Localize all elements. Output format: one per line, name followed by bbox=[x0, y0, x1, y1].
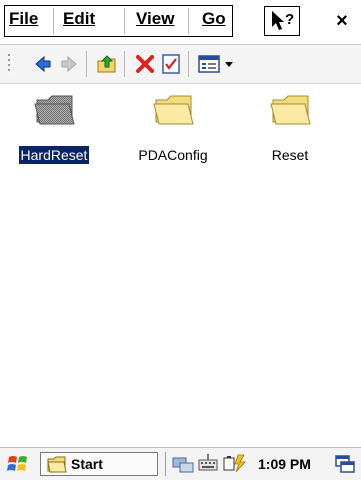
file-item-hardreset[interactable]: HardReset bbox=[14, 88, 94, 168]
battery-icon bbox=[223, 454, 246, 473]
menu-file[interactable]: File bbox=[9, 8, 38, 30]
menu-separator bbox=[53, 8, 54, 34]
forward-arrow-icon bbox=[61, 55, 77, 73]
windows-logo-button[interactable] bbox=[6, 452, 32, 476]
file-label: HardReset bbox=[18, 146, 90, 164]
taskbar-separator bbox=[165, 452, 166, 476]
up-folder-icon bbox=[97, 55, 116, 73]
menu-separator bbox=[124, 8, 125, 34]
folder-icon bbox=[47, 456, 67, 473]
toolbar bbox=[0, 45, 361, 84]
menu-go[interactable]: Go bbox=[202, 8, 226, 30]
file-label: Reset bbox=[271, 147, 309, 163]
view-mode-icon bbox=[198, 55, 233, 73]
forward-button[interactable] bbox=[58, 53, 80, 75]
toolbar-separator bbox=[86, 51, 87, 77]
file-item-reset[interactable]: Reset bbox=[250, 88, 330, 168]
file-label: PDAConfig bbox=[138, 147, 208, 163]
svg-text:?: ? bbox=[285, 11, 294, 28]
battery-button[interactable] bbox=[222, 453, 250, 473]
back-arrow-icon bbox=[35, 55, 51, 73]
back-button[interactable] bbox=[32, 53, 54, 75]
network-button[interactable] bbox=[172, 454, 194, 474]
menu-view[interactable]: View bbox=[136, 8, 174, 30]
start-button[interactable]: Start bbox=[40, 452, 158, 476]
folder-icon bbox=[270, 95, 311, 125]
menu-separator bbox=[188, 8, 189, 34]
close-button[interactable]: × bbox=[327, 6, 357, 36]
help-button[interactable]: ? bbox=[264, 6, 300, 36]
toolbar-separator bbox=[124, 51, 125, 77]
taskbar: Start 1:09 PM bbox=[0, 447, 361, 480]
keyboard-icon bbox=[198, 454, 218, 471]
properties-icon bbox=[162, 54, 180, 74]
menu-bar: File Edit View Go ? × bbox=[0, 0, 361, 45]
up-folder-button[interactable] bbox=[96, 53, 118, 75]
start-label: Start bbox=[71, 456, 103, 472]
delete-button[interactable] bbox=[134, 53, 156, 75]
menu-edit[interactable]: Edit bbox=[63, 8, 95, 30]
desktop-button[interactable] bbox=[334, 453, 356, 475]
network-icon bbox=[172, 457, 194, 473]
clock[interactable]: 1:09 PM bbox=[258, 456, 311, 472]
keyboard-button[interactable] bbox=[197, 452, 219, 474]
windows-logo-icon bbox=[7, 456, 27, 471]
file-item-pdaconfig[interactable]: PDAConfig bbox=[133, 88, 213, 168]
toolbar-grip-icon[interactable] bbox=[8, 54, 14, 74]
view-mode-button[interactable] bbox=[198, 53, 238, 75]
delete-icon bbox=[136, 55, 154, 73]
folder-icon bbox=[34, 95, 75, 125]
menu-frame bbox=[4, 5, 233, 37]
whats-this-help-icon: ? bbox=[272, 11, 294, 30]
properties-button[interactable] bbox=[160, 53, 182, 75]
toolbar-separator bbox=[188, 51, 189, 77]
folder-icon bbox=[153, 95, 194, 125]
desktop-icon bbox=[335, 455, 355, 473]
